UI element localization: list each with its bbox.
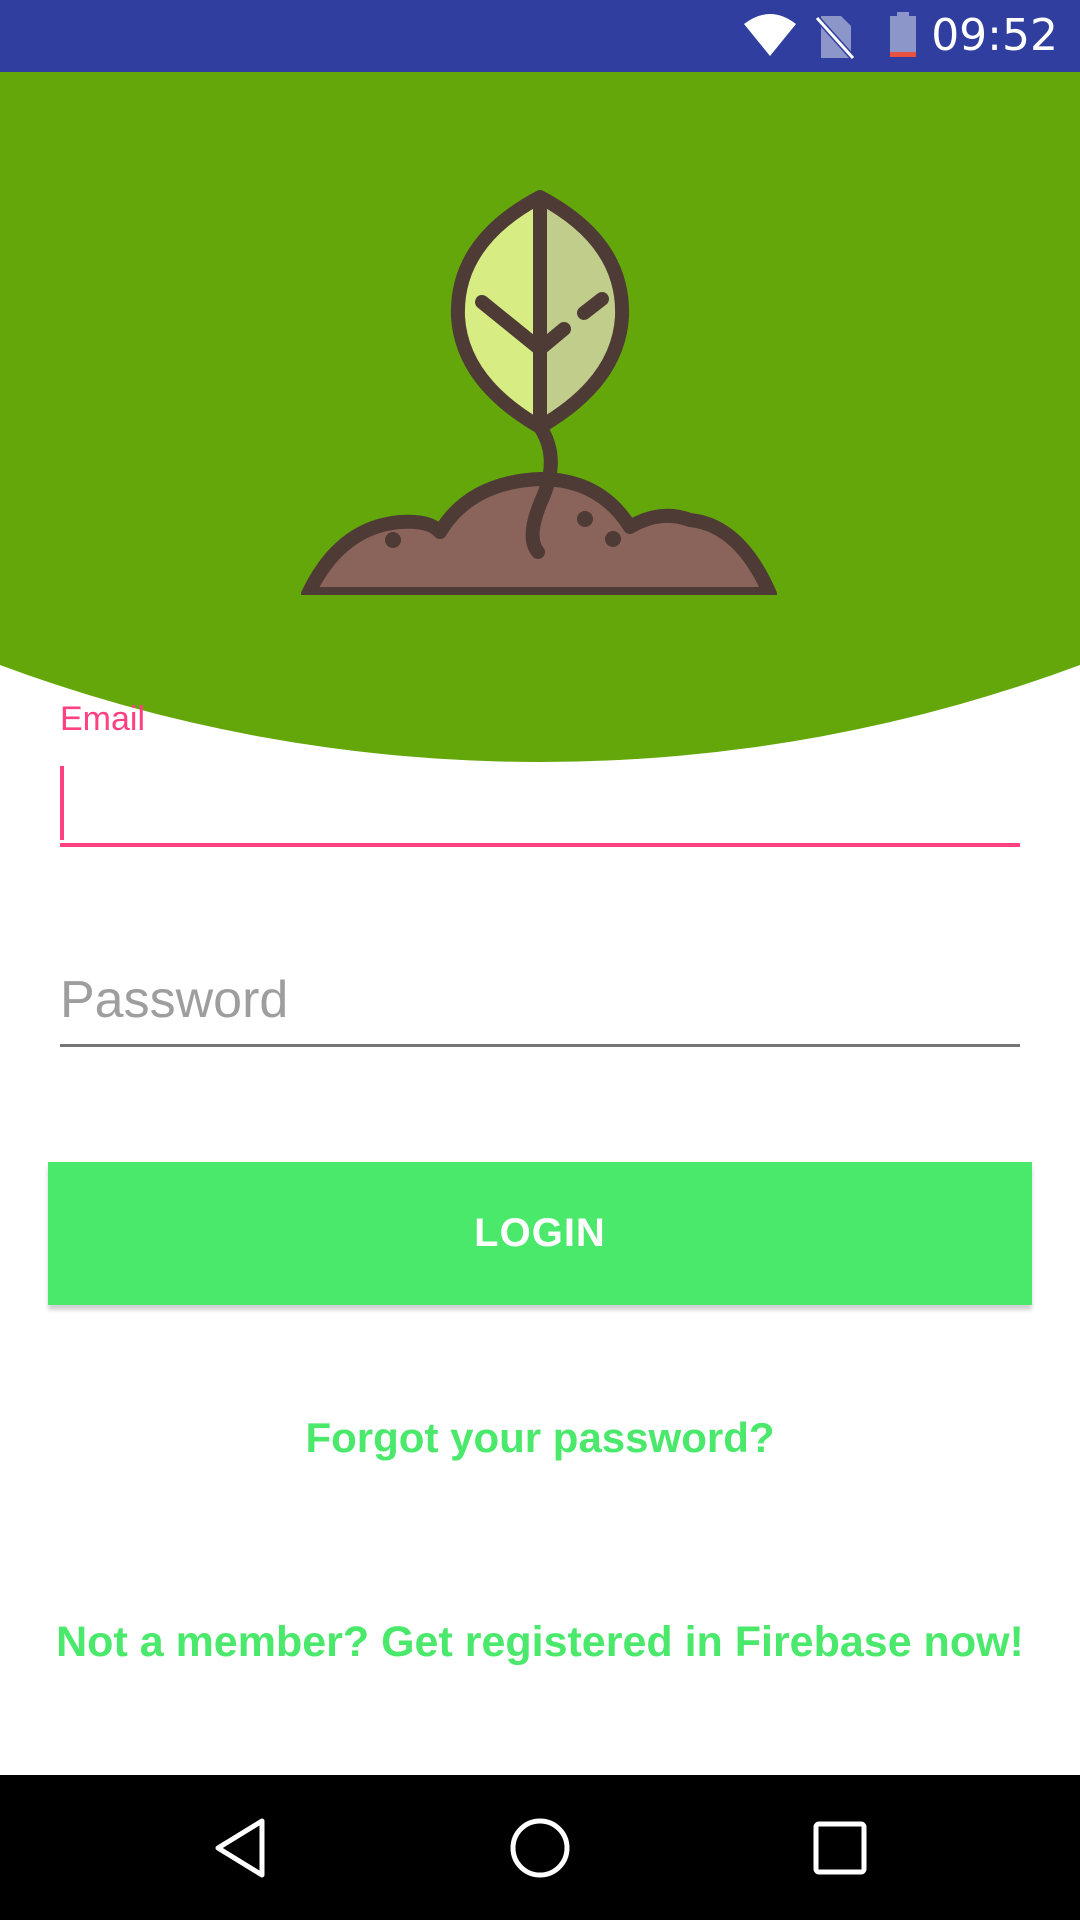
battery-icon [890, 12, 916, 57]
navigation-bar [0, 1775, 1080, 1920]
back-icon [215, 1818, 265, 1877]
email-field[interactable]: Email [60, 700, 1020, 850]
password-placeholder: Password [60, 971, 289, 1029]
text-cursor [60, 766, 64, 840]
wifi-icon [744, 14, 796, 56]
home-button[interactable] [440, 1775, 640, 1920]
back-button[interactable] [140, 1775, 340, 1920]
password-field[interactable]: Password [60, 960, 1020, 1060]
register-link[interactable]: Not a member? Get registered in Firebase… [0, 1618, 1080, 1667]
home-icon [510, 1818, 570, 1877]
email-label: Email [60, 700, 146, 738]
status-bar: 09:52 [0, 0, 1080, 72]
header-banner [0, 72, 1080, 762]
recents-icon [813, 1821, 867, 1874]
sprout-icon [300, 190, 780, 609]
login-button[interactable]: LOGIN [48, 1162, 1032, 1305]
no-sim-icon [815, 15, 855, 60]
password-underline [60, 1044, 1020, 1047]
email-underline [60, 843, 1020, 847]
clock-time: 09:52 [931, 10, 1058, 61]
forgot-password-link[interactable]: Forgot your password? [0, 1414, 1080, 1462]
recents-button[interactable] [740, 1775, 940, 1920]
